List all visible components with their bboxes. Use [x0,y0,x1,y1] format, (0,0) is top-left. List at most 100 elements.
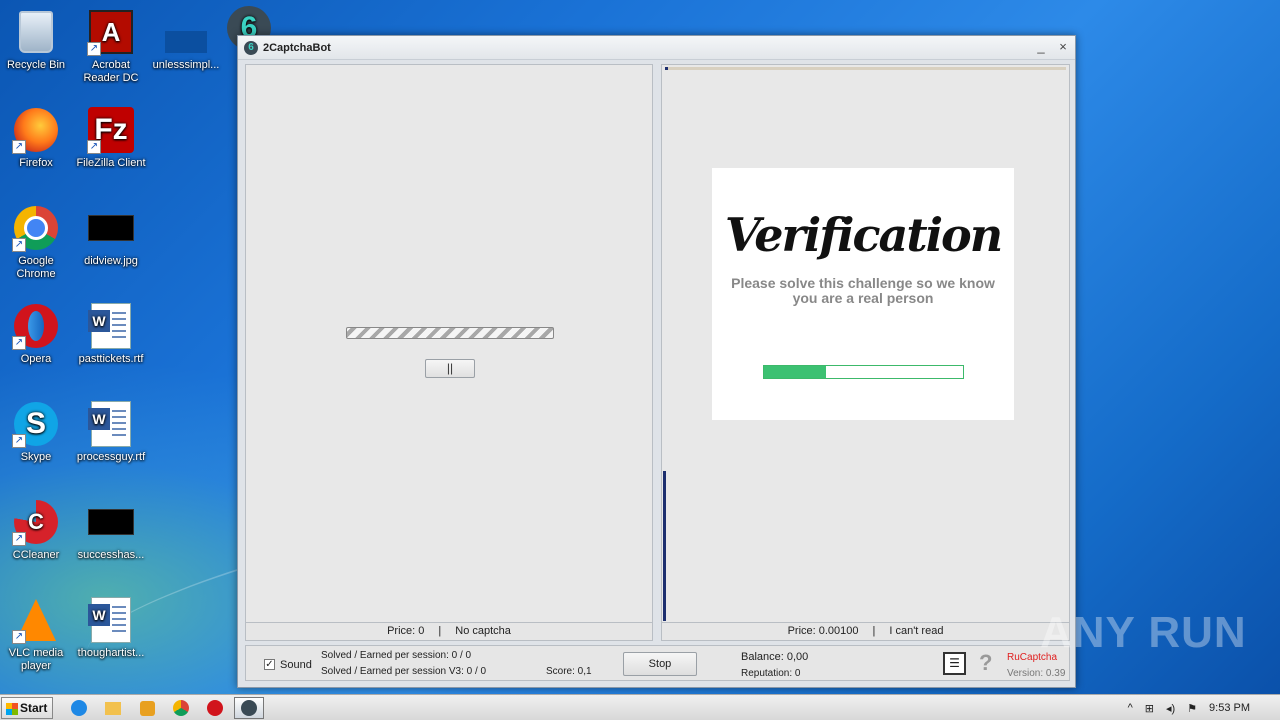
title-bar[interactable]: 6 2CaptchaBot [238,36,1075,60]
desktop-icon-chrome[interactable]: ↗ Google Chrome [0,204,74,281]
taskbar-chrome[interactable] [166,697,196,719]
acrobat-icon: A ↗ [87,8,135,56]
desktop-icon-label: Recycle Bin [6,59,66,71]
desktop-icon-label: successhas... [77,549,145,561]
ccleaner-icon: C ↗ [12,498,60,546]
tray-volume-icon[interactable]: ◂) [1166,702,1175,715]
captcha-progress-fill [764,366,826,378]
desktop-icon-label: didview.jpg [84,255,138,267]
desktop-icon-vlc[interactable]: ↗ VLC media player [0,596,74,673]
sound-checkbox[interactable]: ✓ [264,659,275,670]
minimize-button[interactable]: _ [1032,40,1050,56]
balance: Balance: 0,00 [741,651,809,663]
start-label: Start [20,701,48,715]
solved-session: Solved / Earned per session: 0 / 0 [321,650,472,661]
desktop-icon-label: FileZilla Client [76,157,146,169]
desktop-icon-label: Google Chrome [16,255,56,280]
watermark: ANY RUN [1040,608,1247,657]
vlc-icon: ↗ [12,596,60,644]
version-label: Version: 0.39 [1007,668,1066,679]
desktop-icon-acrobat[interactable]: A ↗ Acrobat Reader DC [73,8,149,85]
status-separator: | [872,625,876,637]
start-button[interactable]: Start [1,697,53,719]
filezilla-icon: Fz ↗ [87,106,135,154]
settings-sliders-icon[interactable]: ☰ [943,652,966,675]
desktop-icon-recycle-bin[interactable]: Recycle Bin [0,8,74,72]
taskbar: Start ^ ⊞ ◂) ⚑ 9:53 PM [0,694,1280,720]
desktop-icon-label: pasttickets.rtf [78,353,144,365]
desktop-icon-pasttickets[interactable]: W pasttickets.rtf [73,302,149,366]
status-separator: | [438,625,442,637]
left-price: Price: 0 [387,625,425,637]
loading-progress-bar [346,327,554,339]
left-status-message: No captcha [455,625,511,637]
help-icon[interactable]: ? [979,650,992,676]
desktop-icon-label: thoughartist... [77,647,145,659]
tray-network-icon[interactable]: ⊞ [1145,702,1154,715]
app-logo-icon: 6 [244,40,258,55]
side-divider [663,471,666,621]
left-pane: || Price: 0 | No captcha [245,64,653,641]
taskbar-media[interactable] [132,697,162,719]
reputation: Reputation: 0 [741,668,801,679]
opera-icon: ↗ [12,302,60,350]
firefox-icon: ↗ [12,106,60,154]
system-tray: ^ ⊞ ◂) ⚑ 9:53 PM [1116,695,1280,720]
desktop-icon-label: processguy.rtf [76,451,146,463]
desktop-icon-didview[interactable]: didview.jpg [73,204,149,268]
right-price: Price: 0.00100 [787,625,859,637]
sound-label: Sound [280,659,312,671]
captcha-title: Verification [724,208,1003,262]
top-divider [665,67,1066,70]
clock[interactable]: 9:53 PM [1209,702,1250,714]
close-button[interactable]: × [1054,40,1072,56]
2captcha-icon [241,700,257,716]
taskbar-ie[interactable] [64,697,94,719]
desktop-icon-opera[interactable]: ↗ Opera [0,302,74,366]
right-status-message: I can't read [889,625,944,637]
media-player-icon [139,700,155,716]
desktop-icon-firefox[interactable]: ↗ Firefox [0,106,74,170]
opera-icon [207,700,223,716]
taskbar-2captchabot[interactable] [234,697,264,719]
desktop-icon-label: Opera [20,353,52,365]
tray-flag-icon[interactable]: ⚑ [1187,702,1197,715]
folder-icon [105,701,121,715]
chrome-icon: ↗ [12,204,60,252]
window-title: 2CaptchaBot [263,41,331,54]
right-pane: Verification Please solve this challenge… [661,64,1070,641]
desktop-icon-label: CCleaner [12,549,60,561]
desktop-icon-successhas[interactable]: successhas... [73,498,149,562]
desktop-icon-label: Firefox [19,157,53,169]
taskbar-explorer[interactable] [98,697,128,719]
tray-expand-icon[interactable]: ^ [1128,702,1133,714]
desktop-icon-ccleaner[interactable]: C ↗ CCleaner [0,498,74,562]
right-status-bar: Price: 0.00100 | I can't read [662,622,1069,640]
captcha-message: Please solve this challenge so we know y… [731,275,995,306]
app-window: 6 2CaptchaBot _ × || Price: 0 | No captc… [237,35,1076,688]
taskbar-opera[interactable] [200,697,230,719]
captcha-card: Verification Please solve this challenge… [712,168,1014,420]
word-doc-icon: W [87,596,135,644]
captcha-progress-bar [763,365,964,379]
stop-button[interactable]: Stop [623,652,697,676]
left-status-bar: Price: 0 | No captcha [246,622,652,640]
ie-icon [71,700,87,716]
desktop-icon-thoughartist[interactable]: W thoughartist... [73,596,149,660]
bottom-control-bar: ✓ Sound Solved / Earned per session: 0 /… [245,645,1070,681]
desktop-icon-processguy[interactable]: W processguy.rtf [73,400,149,464]
desktop-icon-unlesssimpl[interactable]: unlesssimpl... [148,8,224,72]
image-file-icon [87,498,135,546]
desktop-icon-filezilla[interactable]: Fz ↗ FileZilla Client [73,106,149,170]
image-file-icon [87,204,135,252]
skype-icon: S ↗ [12,400,60,448]
windows-logo-icon [6,703,18,715]
desktop-icon-skype[interactable]: S ↗ Skype [0,400,74,464]
file-icon [162,8,210,56]
word-doc-icon: W [87,400,135,448]
word-doc-icon: W [87,302,135,350]
desktop-icon-label: Acrobat Reader DC [83,59,139,84]
recycle-bin-icon [12,8,60,56]
desktop-icon-label: unlesssimpl... [152,59,220,71]
pause-button[interactable]: || [425,359,475,378]
